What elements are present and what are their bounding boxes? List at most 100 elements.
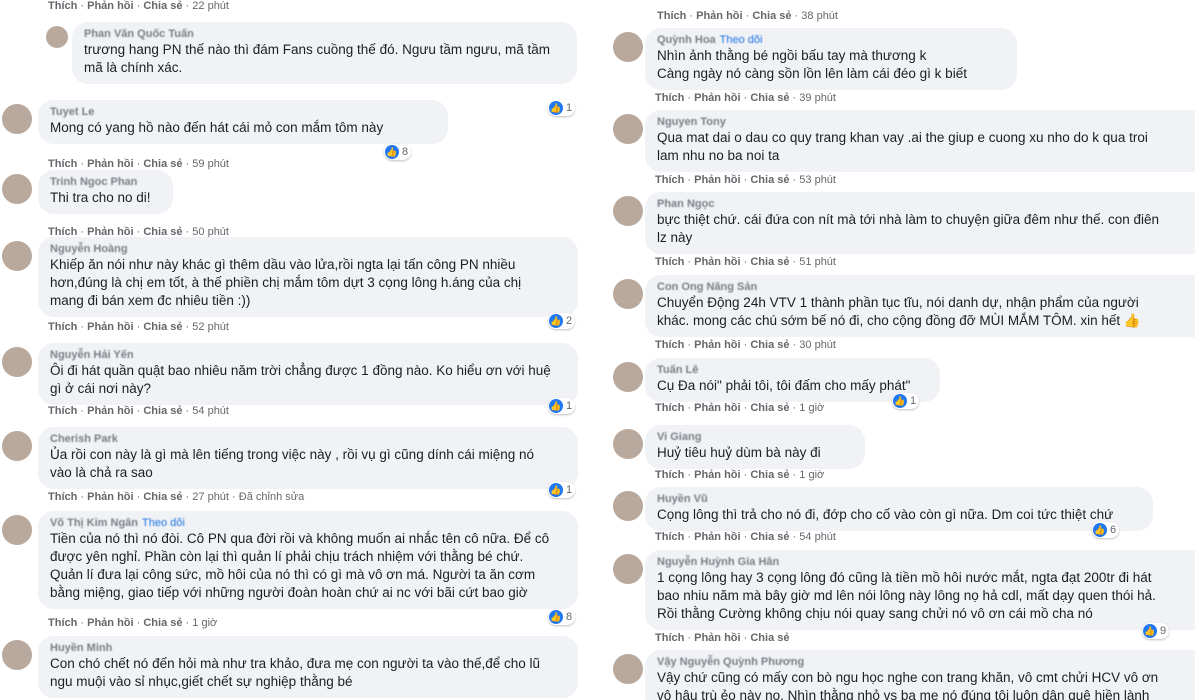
commenter-name-text[interactable]: Nguyễn Hải Yến <box>50 349 134 361</box>
share-link[interactable]: Chia sẻ <box>750 339 789 351</box>
commenter-name-text[interactable]: Phan Ngọc <box>657 198 714 210</box>
comment-time[interactable]: 30 phút <box>799 339 836 351</box>
comment-time[interactable]: 51 phút <box>799 256 836 268</box>
share-link[interactable]: Chia sẻ <box>750 531 789 543</box>
reply-link[interactable]: Phản hồi <box>694 632 740 644</box>
like-link[interactable]: Thích <box>655 92 684 104</box>
reaction-count[interactable]: 👍 1 <box>548 398 576 414</box>
commenter-name[interactable]: Huyền Minh <box>50 642 566 655</box>
reaction-count[interactable]: 👍 8 <box>384 144 412 160</box>
reply-link[interactable]: Phản hồi <box>694 402 740 414</box>
commenter-name[interactable]: Võ Thị Kim Ngân Theo dõi <box>50 517 566 530</box>
comment-time[interactable]: 59 phút <box>192 158 229 170</box>
comment-time[interactable]: 1 giờ <box>799 402 824 414</box>
like-link[interactable]: Thích <box>48 158 77 170</box>
share-link[interactable]: Chia sẻ <box>750 632 789 644</box>
commenter-name-text[interactable]: Huyền Minh <box>50 642 112 654</box>
reply-link[interactable]: Phản hồi <box>694 92 740 104</box>
comment-time[interactable]: 1 giờ <box>799 469 824 481</box>
commenter-name[interactable]: Nguyễn Hoàng <box>50 243 566 256</box>
reply-link[interactable]: Phản hồi <box>694 174 740 186</box>
commenter-name-text[interactable]: Võ Thị Kim Ngân <box>50 517 138 529</box>
comment-time[interactable]: 1 giờ <box>192 617 217 629</box>
commenter-name-text[interactable]: Vậy Nguyễn Quỳnh Phương <box>657 656 804 668</box>
like-link[interactable]: Thích <box>48 405 77 417</box>
commenter-name-text[interactable]: Quỳnh Hoa <box>657 34 716 46</box>
reply-link[interactable]: Phản hồi <box>87 491 133 503</box>
comment-time[interactable]: 38 phút <box>801 10 838 22</box>
avatar[interactable] <box>613 429 643 459</box>
avatar[interactable] <box>613 196 643 226</box>
like-link[interactable]: Thích <box>48 321 77 333</box>
like-link[interactable]: Thích <box>655 256 684 268</box>
commenter-name[interactable]: Cherish Park <box>50 433 566 446</box>
follow-link[interactable]: Theo dõi <box>142 517 185 529</box>
like-link[interactable]: Thích <box>655 402 684 414</box>
commenter-name-text[interactable]: Nguyễn Hoàng <box>50 243 128 255</box>
reply-link[interactable]: Phản hồi <box>87 158 133 170</box>
avatar[interactable] <box>2 431 32 461</box>
like-link[interactable]: Thích <box>655 339 684 351</box>
avatar[interactable] <box>613 114 643 144</box>
commenter-name-text[interactable]: Tuấn Lê <box>657 364 698 376</box>
comment-time[interactable]: 53 phút <box>799 174 836 186</box>
comment-time[interactable]: 54 phút <box>799 531 836 543</box>
commenter-name-text[interactable]: Trinh Ngoc Phan <box>50 176 137 188</box>
share-link[interactable]: Chia sẻ <box>750 92 789 104</box>
reaction-count[interactable]: 👍 2 <box>548 313 576 329</box>
reply-link[interactable]: Phản hồi <box>87 617 133 629</box>
comment-time[interactable]: 39 phút <box>799 92 836 104</box>
follow-link[interactable]: Theo dõi <box>720 34 763 46</box>
avatar[interactable] <box>2 347 32 377</box>
reply-link[interactable]: Phản hồi <box>87 405 133 417</box>
commenter-name-text[interactable]: Con Ong Năng Sản <box>657 281 757 293</box>
avatar[interactable] <box>2 640 32 670</box>
share-link[interactable]: Chia sẻ <box>750 256 789 268</box>
commenter-name[interactable]: Vi Giang <box>657 431 853 444</box>
share-link[interactable]: Chia sẻ <box>750 174 789 186</box>
share-link[interactable]: Chia sẻ <box>750 402 789 414</box>
commenter-name[interactable]: Phan Ngọc <box>657 198 1195 211</box>
reaction-count[interactable]: 👍 8 <box>548 609 576 625</box>
share-link[interactable]: Chia sẻ <box>752 10 791 22</box>
comment-time[interactable]: 27 phút <box>192 491 229 503</box>
commenter-name[interactable]: Nguyễn Huỳnh Gia Hân <box>657 556 1195 569</box>
commenter-name[interactable]: Tuyet Le <box>50 106 436 119</box>
like-link[interactable]: Thích <box>655 174 684 186</box>
comment-time[interactable]: 52 phút <box>192 321 229 333</box>
commenter-name[interactable]: Tuấn Lê <box>657 364 928 377</box>
reply-link[interactable]: Phản hồi <box>696 10 742 22</box>
like-link[interactable]: Thích <box>48 491 77 503</box>
avatar[interactable] <box>46 26 68 48</box>
share-link[interactable]: Chia sẻ <box>143 405 182 417</box>
commenter-name[interactable]: Nguyễn Hải Yến <box>50 349 566 362</box>
avatar[interactable] <box>613 32 643 62</box>
share-link[interactable]: Chia sẻ <box>143 158 182 170</box>
avatar[interactable] <box>2 174 32 204</box>
share-link[interactable]: Chia sẻ <box>143 617 182 629</box>
commenter-name-text[interactable]: Nguyễn Huỳnh Gia Hân <box>657 556 779 568</box>
reply-link[interactable]: Phản hồi <box>87 0 133 12</box>
reply-link[interactable]: Phản hồi <box>694 339 740 351</box>
like-link[interactable]: Thích <box>657 10 686 22</box>
reply-link[interactable]: Phản hồi <box>694 256 740 268</box>
commenter-name[interactable]: Huyền Vũ <box>657 493 1141 506</box>
avatar[interactable] <box>2 241 32 271</box>
like-link[interactable]: Thích <box>48 617 77 629</box>
share-link[interactable]: Chia sẻ <box>143 491 182 503</box>
avatar[interactable] <box>613 654 643 684</box>
avatar[interactable] <box>2 104 32 134</box>
reaction-count[interactable]: 👍 1 <box>548 100 576 116</box>
comment-time[interactable]: 54 phút <box>192 405 229 417</box>
reply-link[interactable]: Phản hồi <box>87 321 133 333</box>
commenter-name-text[interactable]: Huyền Vũ <box>657 493 708 505</box>
commenter-name[interactable]: Quỳnh Hoa Theo dõi <box>657 34 1005 47</box>
avatar[interactable] <box>613 491 643 521</box>
reaction-count[interactable]: 👍 1 <box>892 393 920 409</box>
like-link[interactable]: Thích <box>655 469 684 481</box>
commenter-name-text[interactable]: Phan Văn Quốc Tuấn <box>84 28 194 40</box>
share-link[interactable]: Chia sẻ <box>143 0 182 12</box>
share-link[interactable]: Chia sẻ <box>143 321 182 333</box>
share-link[interactable]: Chia sẻ <box>750 469 789 481</box>
commenter-name[interactable]: Vậy Nguyễn Quỳnh Phương <box>657 656 1195 669</box>
